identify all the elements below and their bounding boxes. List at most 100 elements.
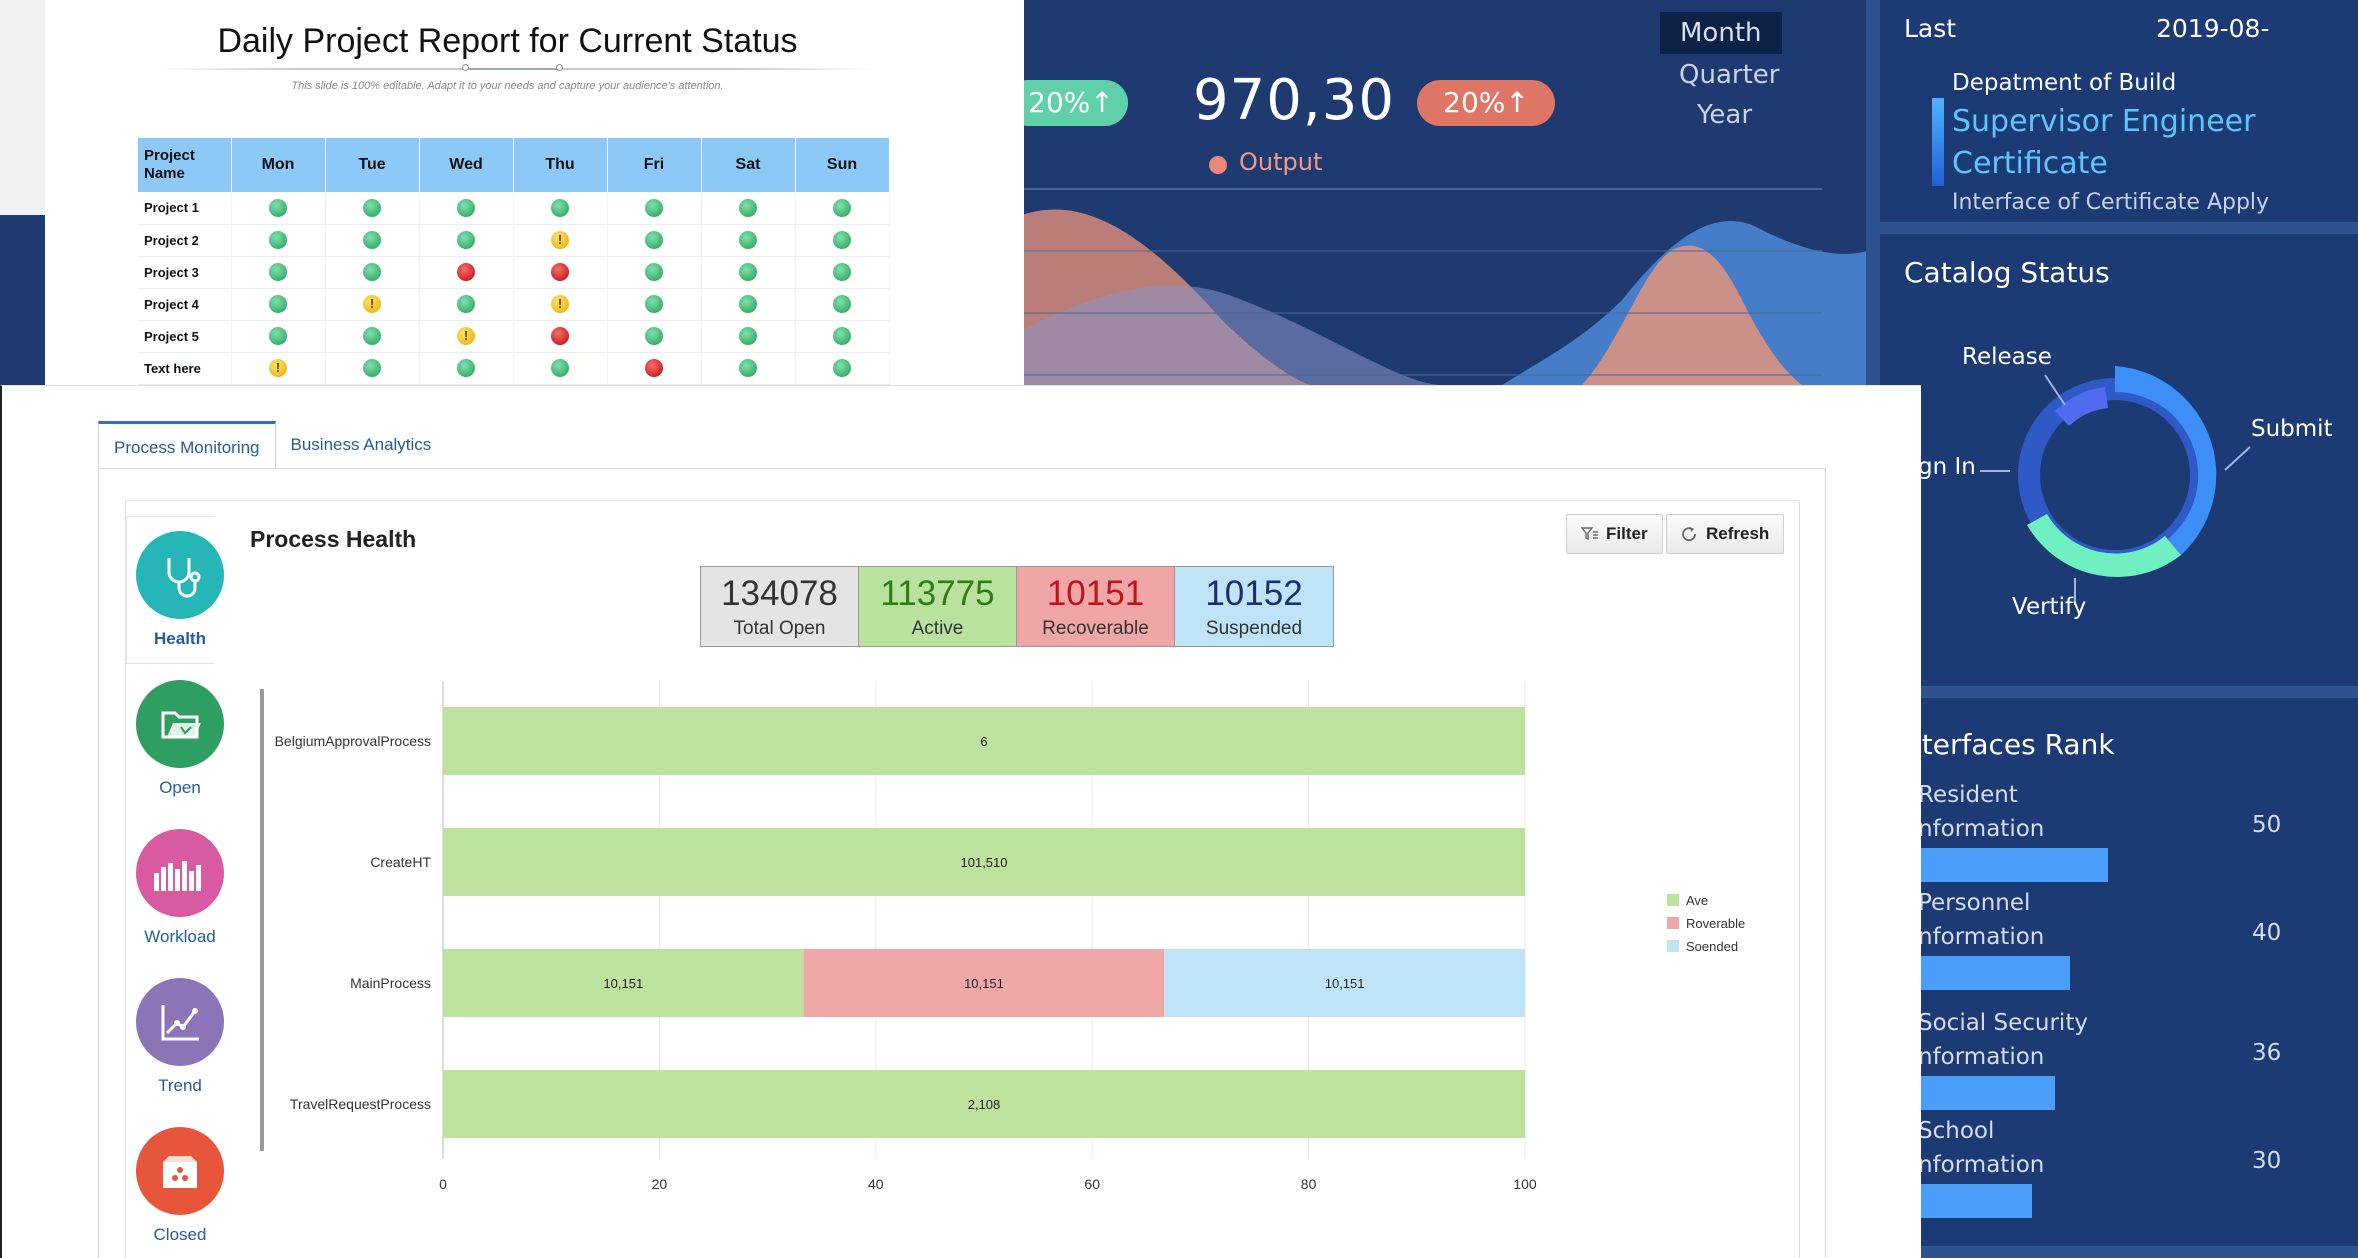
last-date: 2019-08- [2156, 14, 2270, 43]
rank-item-label: Personnel nformation [1918, 886, 2044, 954]
green-status-icon [457, 198, 475, 217]
green-status-icon [833, 295, 851, 313]
legend-label: Soended [1686, 939, 1739, 954]
rank-item-bar [1918, 848, 2108, 882]
legend-item[interactable]: Roverable [1667, 912, 1745, 935]
day-header-thu: Thu [513, 138, 608, 192]
green-status-icon [363, 231, 381, 249]
last-label: Last [1904, 14, 1957, 43]
green-status-icon [739, 231, 757, 249]
green-status-icon [833, 198, 851, 217]
period-year[interactable]: Year [1697, 100, 1752, 130]
catalog-release-label: Release [1962, 344, 2052, 370]
open-folder-icon [136, 680, 224, 768]
output-area-chart-svg [1022, 209, 1870, 385]
tab-process-monitoring[interactable]: Process Monitoring [98, 421, 276, 469]
green-status-icon [739, 359, 757, 377]
status-cell [231, 256, 326, 289]
category-label: BelgiumApprovalProcess [275, 733, 431, 749]
green-status-icon [833, 359, 851, 377]
filter-icon [1581, 527, 1598, 541]
green-status-icon [269, 198, 287, 217]
period-quarter[interactable]: Quarter [1679, 60, 1779, 90]
nav-item-trend[interactable]: Trend [134, 978, 226, 1096]
output-legend-label: Output [1239, 148, 1323, 176]
title-divider-accent [462, 68, 562, 70]
tile-label: Active [911, 618, 964, 639]
panel-separator [1866, 1246, 2358, 1258]
legend-item[interactable]: Ave [1667, 889, 1745, 912]
bar-data-label: 10,151 [1325, 976, 1365, 991]
rank-label-line: Social Security [1918, 1010, 2088, 1036]
refresh-label: Refresh [1706, 524, 1770, 543]
closed-box-icon [136, 1127, 224, 1215]
legend-label: Ave [1686, 893, 1709, 908]
status-cell [795, 288, 890, 321]
tile-value: 134078 [721, 574, 838, 613]
nav-item-workload[interactable]: Workload [134, 829, 226, 947]
green-status-icon [645, 231, 663, 249]
filter-button[interactable]: Filter [1566, 514, 1663, 554]
refresh-button[interactable]: Refresh [1666, 514, 1785, 554]
category-label: MainProcess [350, 975, 431, 991]
day-header-sun: Sun [795, 138, 890, 192]
tile-recoverable[interactable]: 10151 Recoverable [1017, 567, 1175, 646]
day-header-mon: Mon [231, 138, 326, 192]
period-month[interactable]: Month [1660, 12, 1782, 54]
warning-status-icon [457, 327, 475, 345]
rank-title: nterfaces Rank [1904, 728, 2115, 761]
green-status-icon [645, 198, 663, 217]
rank-item-bar [1918, 1184, 2032, 1218]
rank-item-label: Social Security nformation [1918, 1006, 2088, 1074]
supervisor-line-2: Certificate [1952, 146, 2108, 181]
daily-project-report: Daily Project Report for Current Status … [45, 0, 1024, 385]
grid-line [1022, 250, 1822, 252]
x-tick-label: 40 [868, 1176, 884, 1192]
nav-item-open[interactable]: Open [134, 680, 226, 798]
status-cell [231, 192, 326, 225]
tile-total-open[interactable]: 134078 Total Open [701, 567, 859, 646]
accent-bar [1932, 98, 1944, 186]
status-cell [701, 288, 796, 321]
day-header-tue: Tue [325, 138, 420, 192]
status-cell [513, 320, 608, 353]
status-cell [513, 288, 608, 321]
catalog-donut-chart [1980, 366, 2251, 605]
status-cell [513, 256, 608, 289]
legend-item[interactable]: Soended [1667, 935, 1745, 958]
status-table-body: Project 1Project 2Project 3Project 4Proj… [138, 192, 890, 385]
warning-status-icon [551, 231, 569, 249]
grid-line [1022, 312, 1822, 314]
tile-suspended[interactable]: 10152 Suspended [1175, 567, 1333, 646]
page-title: Process Health [250, 526, 417, 552]
legend-label: Roverable [1686, 916, 1746, 931]
status-cell [325, 288, 420, 321]
nav-item-label: Closed [153, 1225, 207, 1244]
status-cell [513, 192, 608, 225]
project-name: Project 1 [138, 192, 232, 225]
x-tick-label: 100 [1513, 1176, 1537, 1192]
background-strip [0, 0, 45, 215]
growth-pill-right: 20%↑ [1417, 80, 1555, 126]
red-status-icon [457, 263, 475, 281]
green-status-icon [363, 198, 381, 217]
status-cell [701, 320, 796, 353]
nav-item-health[interactable]: Health [134, 531, 226, 649]
status-cell [325, 256, 420, 289]
status-cell [325, 320, 420, 353]
tile-active[interactable]: 113775 Active [859, 567, 1017, 646]
rank-item-label: School nformation [1918, 1114, 2044, 1182]
nav-item-closed[interactable]: Closed [134, 1127, 226, 1245]
table-row: Project 5 [138, 320, 890, 353]
status-cell [795, 192, 890, 225]
tab-business-analytics[interactable]: Business Analytics [276, 421, 447, 469]
status-cell [419, 224, 514, 257]
tile-value: 10152 [1205, 574, 1303, 613]
status-cell [325, 192, 420, 225]
green-status-icon [457, 359, 475, 377]
project-name: Project 3 [138, 256, 232, 289]
rank-label-line: Personnel [1918, 890, 2031, 916]
supervisor-line-1: Supervisor Engineer [1952, 104, 2256, 139]
status-cell [701, 192, 796, 225]
trend-chart-icon [136, 978, 224, 1066]
